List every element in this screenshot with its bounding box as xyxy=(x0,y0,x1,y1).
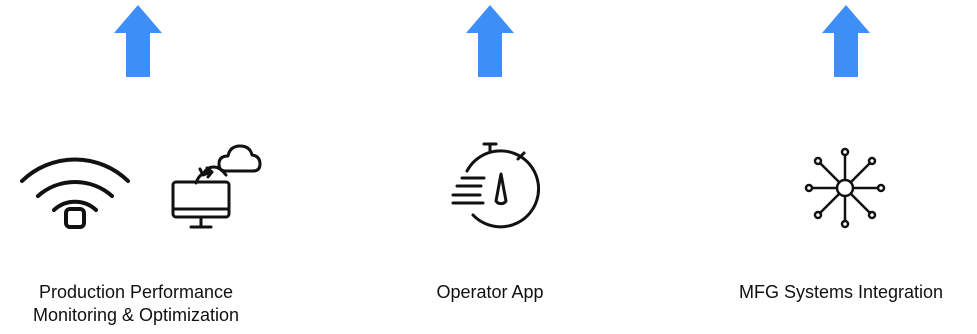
up-arrow-icon xyxy=(114,5,162,77)
stopwatch-speed-icon xyxy=(451,142,541,229)
mfg-systems-integration-label: MFG Systems Integration xyxy=(738,282,944,302)
wifi-icon xyxy=(20,157,130,229)
network-hub-icon xyxy=(804,147,886,229)
up-arrow-icon xyxy=(466,5,514,77)
up-arrow-icon xyxy=(822,5,870,77)
monitor-cloud-sync-icon xyxy=(171,144,262,229)
production-performance-label: Production Performance Monitoring & Opti… xyxy=(32,282,240,325)
operator-app-label: Operator App xyxy=(436,282,544,302)
